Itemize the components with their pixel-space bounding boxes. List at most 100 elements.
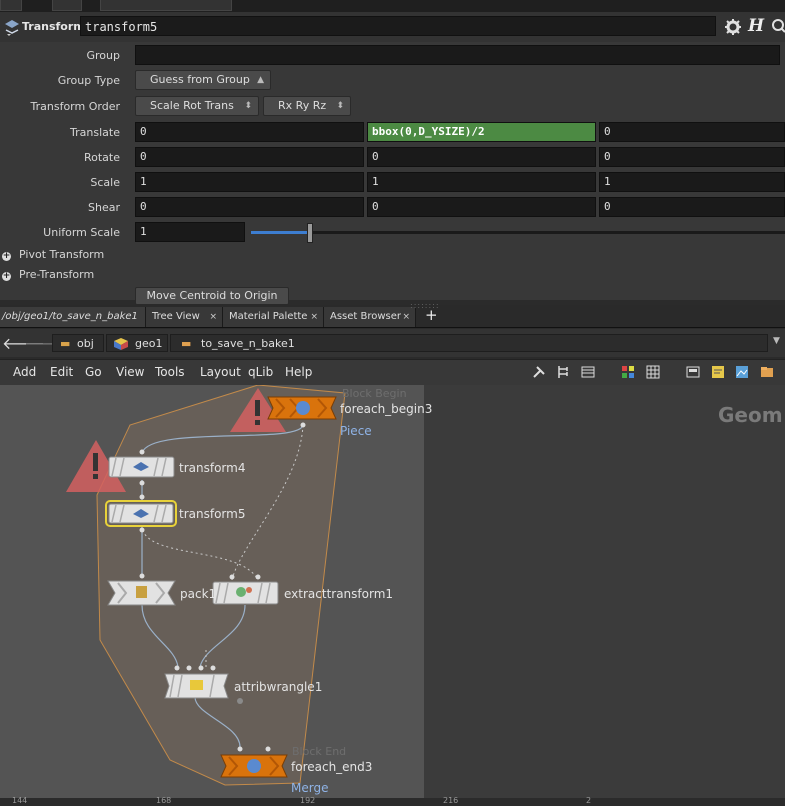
node-label-attribwrangle1: attribwrangle1 — [234, 680, 323, 694]
menu-help[interactable]: Help — [285, 365, 312, 379]
parameter-panel: Group Group Type Guess from Group ▲ Tran… — [0, 42, 785, 300]
transform-node-icon[interactable] — [3, 18, 21, 36]
input-connector[interactable] — [139, 449, 145, 455]
top-strip-button[interactable] — [52, 0, 82, 11]
node-label-foreach-begin3: foreach_begin3 — [340, 402, 433, 416]
geo-icon — [114, 338, 128, 350]
scale-label: Scale — [90, 176, 120, 189]
input-connector[interactable] — [186, 665, 192, 671]
ruler-tick: 192 — [300, 796, 316, 805]
tree-layout-icon[interactable] — [556, 365, 570, 379]
top-strip-button[interactable] — [100, 0, 232, 11]
input-connector[interactable] — [237, 746, 243, 752]
translate-y-field[interactable]: bbox(0,D_YSIZE)/2 — [367, 122, 596, 142]
input-connector[interactable] — [255, 574, 261, 580]
tab-material-palette[interactable]: Material Palette × — [223, 307, 324, 327]
color-palette-icon[interactable] — [621, 365, 635, 379]
shear-z-field[interactable]: 0 — [599, 197, 785, 217]
menu-add[interactable]: Add — [13, 365, 36, 379]
pivot-transform-folder[interactable]: + Pivot Transform — [2, 248, 104, 261]
expand-plus-icon: + — [2, 271, 11, 281]
menu-qlib[interactable]: qLib — [248, 365, 273, 379]
menu-edit[interactable]: Edit — [50, 365, 73, 379]
pre-transform-label: Pre-Transform — [19, 268, 95, 281]
list-view-icon[interactable] — [581, 365, 595, 379]
rotation-order-menu[interactable]: Rx Ry Rz ⬍ — [263, 96, 351, 116]
breadcrumb-to-save-n-bake1[interactable]: ▬ to_save_n_bake1 — [170, 334, 768, 352]
expand-plus-icon: + — [2, 251, 11, 261]
sticky-note-icon[interactable] — [711, 365, 725, 379]
close-icon[interactable]: × — [209, 307, 217, 327]
uniform-scale-slider-handle[interactable] — [307, 223, 313, 243]
search-icon[interactable] — [771, 18, 785, 34]
tab-asset-browser[interactable]: Asset Browser × — [324, 307, 416, 327]
pivot-transform-label: Pivot Transform — [19, 248, 105, 261]
scale-z-field[interactable]: 1 — [599, 172, 785, 192]
input-connector[interactable] — [174, 665, 180, 671]
chevron-down-icon[interactable]: ▼ — [773, 336, 780, 346]
output-connector[interactable] — [139, 527, 145, 533]
close-icon[interactable]: × — [310, 307, 318, 327]
rotate-z-field[interactable]: 0 — [599, 147, 785, 167]
group-label: Group — [86, 49, 121, 62]
input-connector[interactable] — [198, 665, 204, 671]
node-transform5[interactable] — [105, 494, 177, 533]
output-connector[interactable] — [139, 480, 145, 486]
scale-y-field[interactable]: 1 — [367, 172, 596, 192]
move-centroid-button[interactable]: Move Centroid to Origin — [135, 287, 289, 305]
top-strip-button[interactable] — [0, 0, 22, 11]
transform-order-value: Scale Rot Trans — [150, 99, 234, 112]
node-name-input[interactable]: transform5 — [80, 16, 716, 36]
output-connector[interactable] — [300, 422, 306, 428]
uniform-scale-slider-track[interactable] — [251, 231, 785, 234]
node-label-extracttransform1: extracttransform1 — [284, 587, 394, 601]
image-icon[interactable] — [735, 365, 749, 379]
input-connector[interactable] — [265, 746, 271, 752]
menu-layout[interactable]: Layout — [200, 365, 241, 379]
warning-mark — [255, 420, 260, 425]
gear-icon[interactable] — [724, 18, 742, 36]
warning-mark — [255, 400, 260, 416]
translate-x-field[interactable]: 0 — [135, 122, 364, 142]
group-field[interactable] — [135, 45, 780, 65]
translate-z-field[interactable]: 0 — [599, 122, 785, 142]
tab-network-path[interactable]: /obj/geo1/to_save_n_bake1 — [0, 307, 146, 327]
rotate-y-field[interactable]: 0 — [367, 147, 596, 167]
pre-transform-folder[interactable]: + Pre-Transform — [2, 268, 94, 281]
scale-x-field[interactable]: 1 — [135, 172, 364, 192]
input-connector[interactable] — [229, 574, 235, 580]
input-connector[interactable] — [139, 494, 145, 500]
shear-x-field[interactable]: 0 — [135, 197, 364, 217]
breadcrumb-geo1[interactable]: geo1 — [106, 334, 168, 352]
transform-order-menu[interactable]: Scale Rot Trans ⬍ — [135, 96, 259, 116]
network-box-icon[interactable] — [760, 365, 774, 379]
pane-tabs: /obj/geo1/to_save_n_bake1 Tree View × Mat… — [0, 301, 785, 328]
menu-view[interactable]: View — [116, 365, 144, 379]
subnet-icon: ▬ — [181, 337, 192, 350]
network-dark-region — [424, 385, 785, 798]
breadcrumb-label: obj — [77, 337, 94, 350]
wrangle-icon — [190, 680, 203, 690]
tools-wrench-icon[interactable] — [532, 365, 546, 379]
uniform-scale-slider-fill — [251, 231, 310, 234]
menu-tools[interactable]: Tools — [155, 365, 185, 379]
tab-label: Asset Browser — [330, 311, 402, 322]
grid-view-icon[interactable] — [646, 365, 660, 379]
shear-y-field[interactable]: 0 — [367, 197, 596, 217]
input-connector[interactable] — [139, 573, 145, 579]
help-icon[interactable]: H — [748, 16, 764, 36]
rotate-x-field[interactable]: 0 — [135, 147, 364, 167]
ghost-label-block-begin: Block Begin — [342, 387, 407, 400]
updown-arrow-icon: ▲ — [257, 75, 264, 85]
tab-tree-view[interactable]: Tree View × — [146, 307, 223, 327]
uniform-scale-field[interactable]: 1 — [135, 222, 245, 242]
group-type-menu[interactable]: Guess from Group ▲ — [135, 70, 271, 90]
menu-go[interactable]: Go — [85, 365, 102, 379]
drag-handle-icon[interactable]: :::::::: — [410, 301, 440, 310]
parameters-icon[interactable] — [686, 365, 700, 379]
close-icon[interactable]: × — [402, 307, 410, 327]
input-connector[interactable] — [210, 665, 216, 671]
breadcrumb-obj[interactable]: ▬ obj — [52, 334, 104, 352]
ruler-tick: 144 — [12, 796, 28, 805]
node-label-foreach-end3: foreach_end3 — [291, 760, 373, 774]
